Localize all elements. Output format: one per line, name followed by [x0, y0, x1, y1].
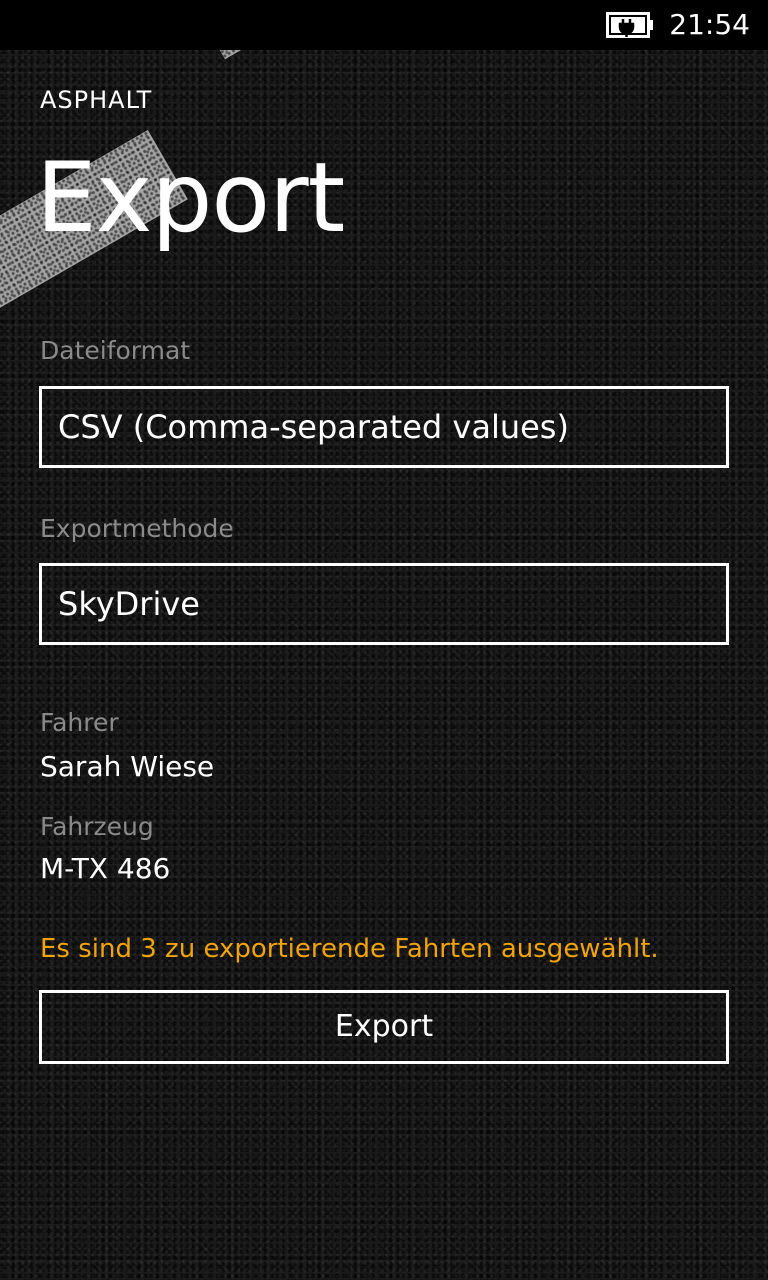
page-title: Export	[36, 142, 345, 254]
export-button[interactable]: Export	[39, 990, 729, 1064]
file-format-value: CSV (Comma-separated values)	[58, 408, 569, 446]
export-method-label: Exportmethode	[40, 514, 234, 543]
battery-charging-icon	[606, 12, 653, 38]
file-format-label: Dateiformat	[40, 336, 191, 365]
status-bar: 21:54	[0, 0, 768, 50]
vehicle-value: M-TX 486	[40, 852, 171, 885]
export-method-value: SkyDrive	[58, 585, 200, 623]
driver-label: Fahrer	[40, 708, 119, 737]
selection-notice: Es sind 3 zu exportierende Fahrten ausge…	[40, 934, 659, 964]
app-title: ASPHALT	[40, 86, 153, 114]
driver-value: Sarah Wiese	[40, 750, 215, 783]
export-method-picker[interactable]: SkyDrive	[39, 563, 729, 645]
file-format-picker[interactable]: CSV (Comma-separated values)	[39, 386, 729, 468]
vehicle-label: Fahrzeug	[40, 812, 154, 841]
clock: 21:54	[669, 8, 750, 41]
